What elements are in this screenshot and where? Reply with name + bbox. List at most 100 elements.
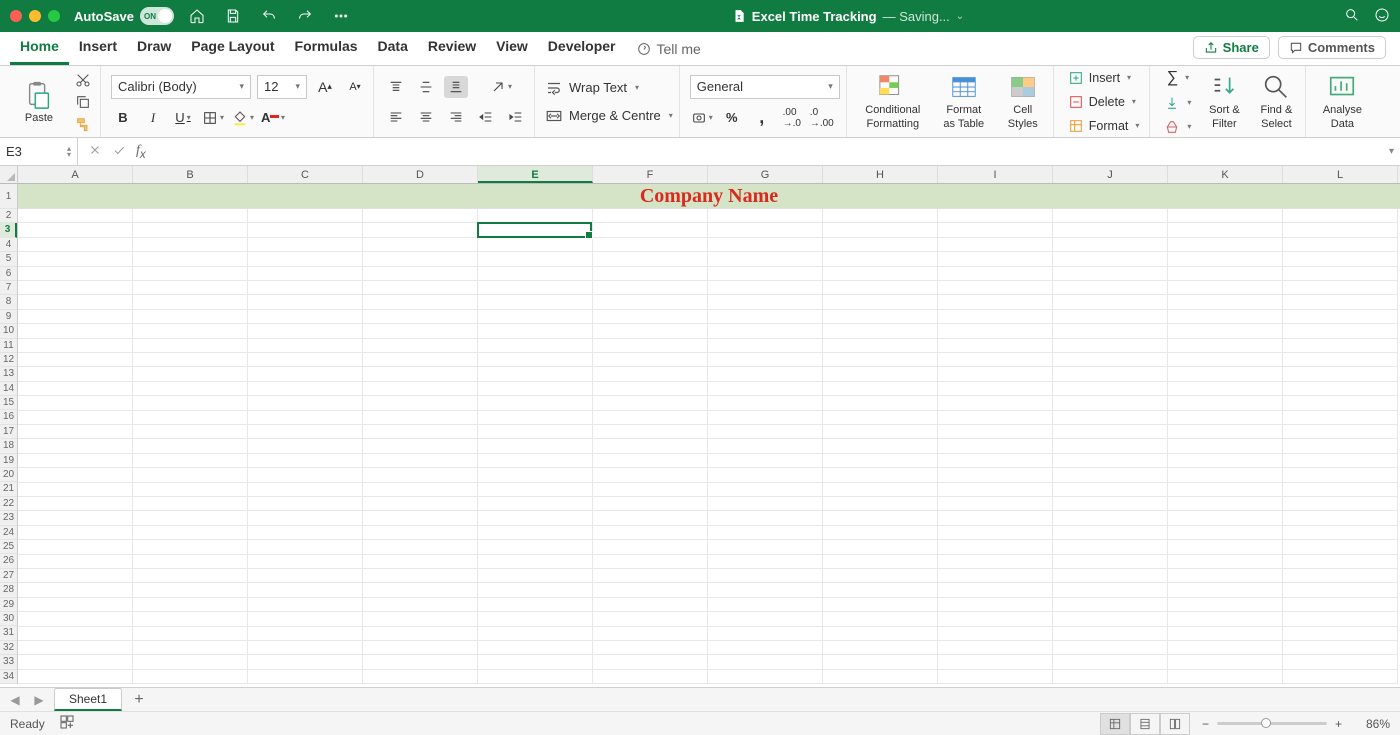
confirm-edit-icon[interactable] (112, 143, 126, 160)
row-header-27[interactable]: 27 (0, 569, 17, 583)
row-header-11[interactable]: 11 (0, 339, 17, 353)
row-header-6[interactable]: 6 (0, 267, 17, 281)
row-header-30[interactable]: 30 (0, 612, 17, 626)
row-header-19[interactable]: 19 (0, 454, 17, 468)
clear-button[interactable]: ▾ (1160, 117, 1195, 137)
tab-data[interactable]: Data (368, 32, 418, 65)
row-header-24[interactable]: 24 (0, 526, 17, 540)
row-header-23[interactable]: 23 (0, 511, 17, 525)
zoom-percent-label[interactable]: 86% (1350, 717, 1390, 731)
cell-styles-button[interactable]: CellStyles (999, 72, 1047, 130)
merge-centre-button[interactable]: Merge & Centre▾ (545, 107, 673, 125)
percent-format-icon[interactable]: % (720, 107, 744, 129)
align-right-icon[interactable] (444, 106, 468, 128)
row-header-12[interactable]: 12 (0, 353, 17, 367)
borders-button[interactable]: ▾ (201, 107, 225, 129)
font-size-select[interactable]: 12▾ (257, 75, 307, 99)
tab-review[interactable]: Review (418, 32, 486, 65)
underline-button[interactable]: U▾ (171, 107, 195, 129)
format-painter-icon[interactable] (72, 115, 94, 133)
column-header-D[interactable]: D (363, 166, 478, 183)
row-header-25[interactable]: 25 (0, 540, 17, 554)
row-header-10[interactable]: 10 (0, 324, 17, 338)
column-header-L[interactable]: L (1283, 166, 1398, 183)
tab-page-layout[interactable]: Page Layout (181, 32, 284, 65)
increase-decimal-icon[interactable]: .00→.0 (780, 107, 804, 129)
align-center-icon[interactable] (414, 106, 438, 128)
increase-indent-icon[interactable] (504, 106, 528, 128)
row-header-21[interactable]: 21 (0, 482, 17, 496)
italic-button[interactable]: I (141, 107, 165, 129)
undo-icon[interactable] (258, 7, 280, 25)
column-header-C[interactable]: C (248, 166, 363, 183)
row-header-1[interactable]: 1 (0, 184, 17, 209)
minimize-window-button[interactable] (29, 10, 41, 22)
row-header-32[interactable]: 32 (0, 641, 17, 655)
column-header-B[interactable]: B (133, 166, 248, 183)
column-header-I[interactable]: I (938, 166, 1053, 183)
save-icon[interactable] (222, 7, 244, 25)
wrap-text-button[interactable]: Wrap Text▾ (545, 79, 639, 97)
column-header-J[interactable]: J (1053, 166, 1168, 183)
name-box[interactable]: E3 ▴▾ (0, 138, 78, 165)
formula-input[interactable] (156, 138, 1383, 165)
tab-view[interactable]: View (486, 32, 538, 65)
column-header-K[interactable]: K (1168, 166, 1283, 183)
select-all-corner[interactable] (0, 166, 18, 184)
tab-developer[interactable]: Developer (538, 32, 626, 65)
column-header-G[interactable]: G (708, 166, 823, 183)
orientation-icon[interactable]: ▾ (489, 76, 513, 98)
number-format-select[interactable]: General▾ (690, 75, 840, 99)
feedback-smile-icon[interactable] (1374, 7, 1390, 26)
column-header-F[interactable]: F (593, 166, 708, 183)
fill-color-button[interactable]: ▾ (231, 107, 255, 129)
row-header-5[interactable]: 5 (0, 252, 17, 266)
sort-filter-button[interactable]: Sort &Filter (1201, 72, 1247, 130)
maximize-window-button[interactable] (48, 10, 60, 22)
cancel-edit-icon[interactable] (88, 143, 102, 160)
row-header-3[interactable]: 3 (0, 223, 17, 237)
column-header-H[interactable]: H (823, 166, 938, 183)
tab-insert[interactable]: Insert (69, 32, 127, 65)
tab-home[interactable]: Home (10, 32, 69, 65)
row-header-8[interactable]: 8 (0, 295, 17, 309)
cells-area[interactable]: Company Name (18, 184, 1400, 687)
copy-icon[interactable] (72, 93, 94, 111)
home-icon[interactable] (186, 7, 208, 25)
row-header-28[interactable]: 28 (0, 583, 17, 597)
namebox-stepper-icon[interactable]: ▴▾ (67, 146, 71, 158)
cut-icon[interactable] (72, 71, 94, 89)
sheet-tab-sheet1[interactable]: Sheet1 (54, 688, 122, 711)
share-button[interactable]: Share (1193, 36, 1270, 59)
row-header-7[interactable]: 7 (0, 281, 17, 295)
row-header-26[interactable]: 26 (0, 554, 17, 568)
comments-button[interactable]: Comments (1278, 36, 1386, 59)
normal-view-button[interactable] (1100, 713, 1130, 735)
align-middle-icon[interactable] (414, 76, 438, 98)
zoom-slider[interactable] (1217, 722, 1327, 725)
bold-button[interactable]: B (111, 107, 135, 129)
sheet-nav-prev-icon[interactable]: ◀ (6, 691, 24, 709)
add-sheet-button[interactable]: + (128, 689, 150, 711)
row-header-9[interactable]: 9 (0, 310, 17, 324)
tab-draw[interactable]: Draw (127, 32, 181, 65)
merged-title-cell[interactable]: Company Name (18, 184, 1400, 209)
tab-formulas[interactable]: Formulas (285, 32, 368, 65)
format-cells-button[interactable]: Format▾ (1064, 116, 1144, 136)
search-icon[interactable] (1344, 7, 1360, 26)
row-header-18[interactable]: 18 (0, 439, 17, 453)
decrease-indent-icon[interactable] (474, 106, 498, 128)
decrease-font-icon[interactable]: A▾ (343, 76, 367, 98)
conditional-formatting-button[interactable]: ConditionalFormatting (857, 72, 929, 130)
title-dropdown-icon[interactable]: ⌄ (956, 11, 964, 22)
font-color-button[interactable]: A▾ (261, 107, 285, 129)
close-window-button[interactable] (10, 10, 22, 22)
zoom-out-button[interactable]: − (1202, 717, 1209, 731)
row-header-16[interactable]: 16 (0, 410, 17, 424)
row-header-20[interactable]: 20 (0, 468, 17, 482)
comma-format-icon[interactable]: , (750, 107, 774, 129)
autosave-toggle[interactable]: ON (140, 7, 174, 25)
font-name-select[interactable]: Calibri (Body)▾ (111, 75, 251, 99)
row-header-31[interactable]: 31 (0, 626, 17, 640)
row-header-34[interactable]: 34 (0, 670, 17, 684)
